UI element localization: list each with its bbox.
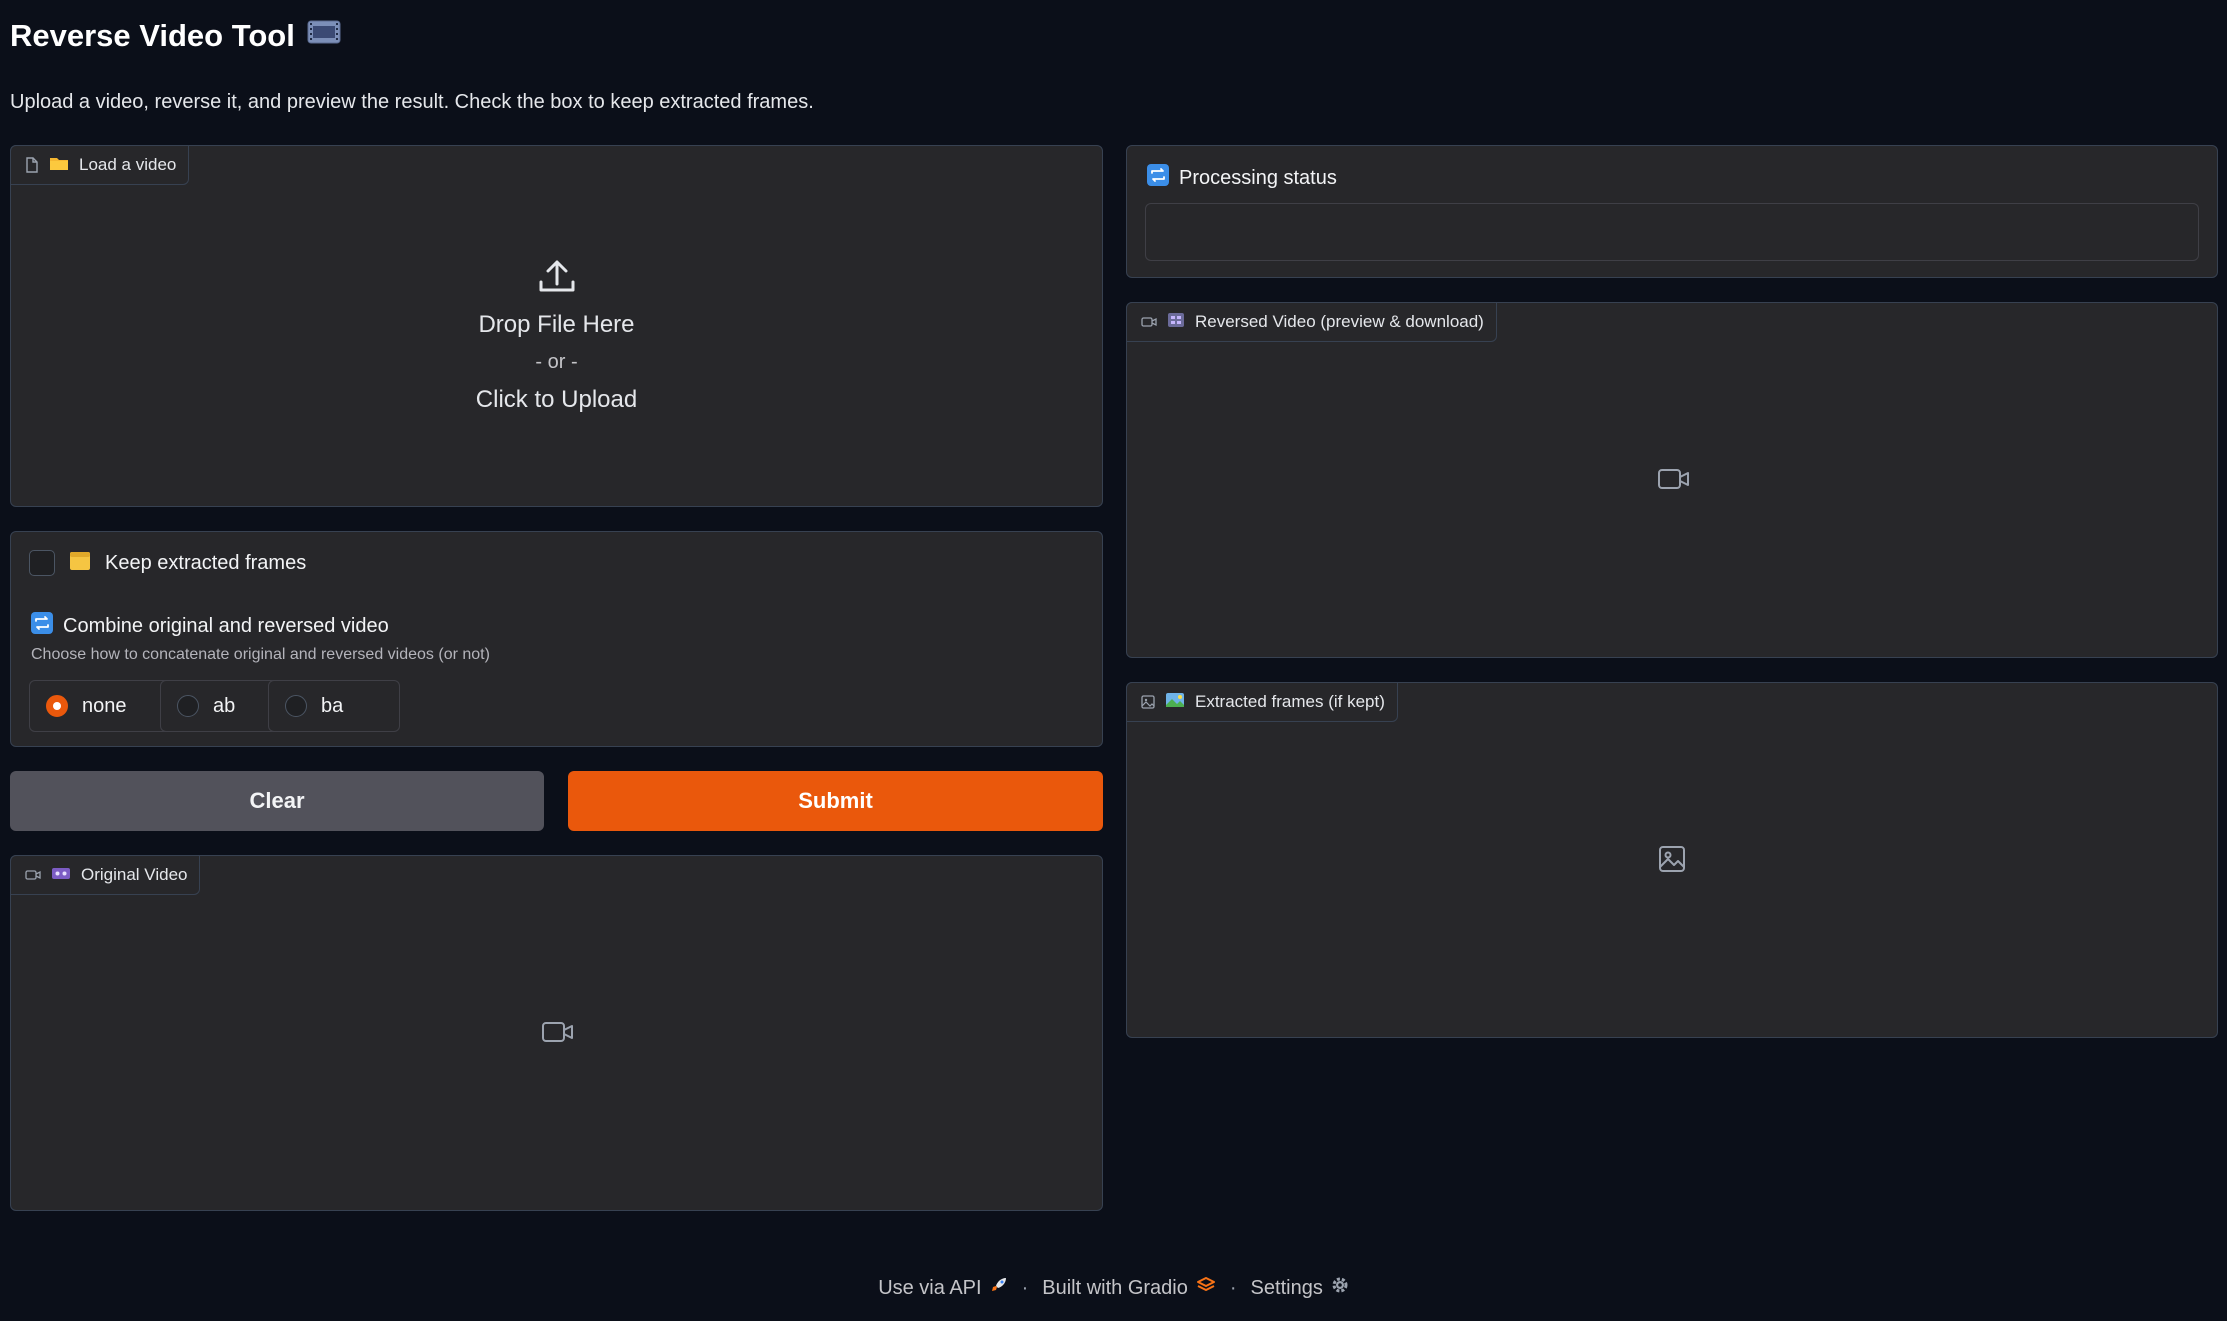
radio-indicator-selected (46, 695, 68, 717)
drop-file-text: Drop File Here (478, 311, 635, 338)
video-placeholder-icon (542, 1020, 574, 1049)
rocket-icon (990, 1276, 1008, 1300)
gradio-logo-icon (1196, 1276, 1216, 1300)
clear-button[interactable]: Clear (10, 771, 544, 831)
reversed-video-label: Reversed Video (preview & download) (1126, 302, 1497, 342)
image-icon (1141, 695, 1155, 709)
keep-frames-label: Keep extracted frames (105, 551, 307, 574)
built-with-gradio-link[interactable]: Built with Gradio (1042, 1276, 1216, 1300)
upload-icon (11, 256, 1102, 301)
original-video-label: Original Video (10, 855, 201, 895)
page-title: Reverse Video Tool (10, 18, 341, 54)
processing-status-label-row: Processing status (1147, 164, 1337, 192)
combine-info: Choose how to concatenate original and r… (31, 646, 490, 663)
footer: Use via API · Built with Gradio · Settin… (0, 1276, 2227, 1300)
page-title-text: Reverse Video Tool (10, 18, 295, 53)
film-icon (307, 18, 341, 54)
image-placeholder-icon (1658, 845, 1686, 878)
processing-status-panel: Processing status (1126, 145, 2218, 278)
options-panel: Keep extracted frames Combine original a… (10, 531, 1103, 747)
processing-status-textbox[interactable] (1145, 203, 2199, 261)
original-video-panel: Original Video (10, 855, 1103, 1211)
settings-text: Settings (1250, 1276, 1323, 1299)
gear-icon (1331, 1276, 1349, 1300)
repeat-icon (31, 612, 53, 640)
extracted-frames-panel: Extracted frames (if kept) (1126, 682, 2218, 1038)
use-via-api-link[interactable]: Use via API (878, 1276, 1007, 1300)
use-via-api-text: Use via API (878, 1276, 982, 1299)
footer-separator: · (1229, 1276, 1237, 1299)
keep-frames-row[interactable]: Keep extracted frames (29, 550, 306, 576)
page-subtitle: Upload a video, reverse it, and preview … (10, 91, 814, 113)
extracted-frames-label: Extracted frames (if kept) (1126, 682, 1398, 722)
picture-icon (1165, 692, 1185, 713)
extracted-frames-label-text: Extracted frames (if kept) (1195, 692, 1385, 711)
video-placeholder-icon (1658, 467, 1690, 496)
footer-separator: · (1021, 1276, 1029, 1299)
submit-button[interactable]: Submit (568, 771, 1103, 831)
radio-label: none (82, 694, 127, 717)
upload-label: Load a video (10, 145, 190, 185)
film-frames-icon (1167, 312, 1185, 333)
combine-radio-group: none ab ba (29, 680, 429, 732)
video-camera-icon (25, 869, 41, 881)
processing-status-label: Processing status (1179, 166, 1337, 189)
file-icon (25, 157, 39, 173)
settings-link[interactable]: Settings (1251, 1276, 1349, 1300)
videocassette-icon (51, 865, 71, 885)
reversed-video-panel: Reversed Video (preview & download) (1126, 302, 2218, 658)
combine-label-row: Combine original and reversed video (31, 612, 389, 640)
reversed-video-label-text: Reversed Video (preview & download) (1195, 312, 1484, 331)
repeat-icon (1147, 164, 1169, 192)
combine-label: Combine original and reversed video (63, 614, 389, 637)
video-camera-icon (1141, 316, 1157, 328)
video-upload-dropzone[interactable]: Load a video Drop File Here - or - Click… (10, 145, 1103, 507)
built-with-gradio-text: Built with Gradio (1042, 1276, 1188, 1299)
radio-label: ab (213, 694, 236, 717)
radio-indicator (285, 695, 307, 717)
radio-label: ba (321, 694, 344, 717)
radio-option-ba[interactable]: ba (268, 680, 400, 732)
upload-label-text: Load a video (79, 155, 177, 174)
original-video-label-text: Original Video (81, 865, 188, 884)
click-to-upload-text: Click to Upload (475, 386, 638, 413)
upload-prompt[interactable]: Drop File Here - or - Click to Upload (11, 256, 1102, 414)
folder-icon (49, 155, 69, 176)
radio-indicator (177, 695, 199, 717)
keep-frames-checkbox[interactable] (29, 550, 55, 576)
notepad-icon (69, 551, 91, 576)
or-text: - or - (535, 351, 578, 373)
